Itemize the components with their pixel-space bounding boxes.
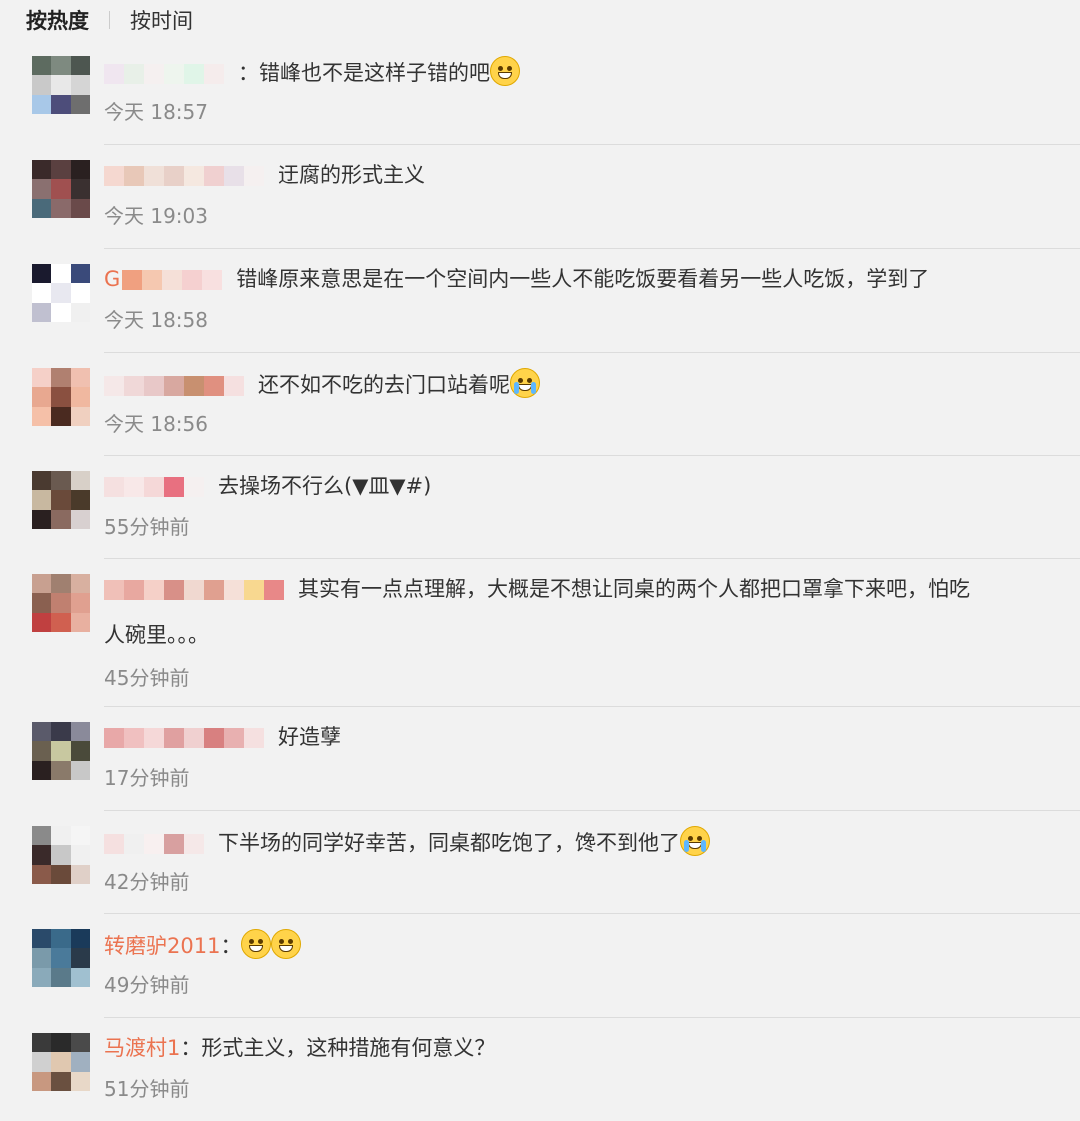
- comment-timestamp: 55分钟前: [104, 515, 190, 539]
- cry-laugh-emoji: [510, 368, 540, 398]
- comment-text: 下半场的同学好幸苦，同桌都吃饱了，馋不到他了: [218, 831, 680, 855]
- comment-divider: [104, 706, 1080, 707]
- comment-line: 下半场的同学好幸苦，同桌都吃饱了，馋不到他了: [104, 826, 1080, 858]
- grin-emoji: [271, 929, 302, 959]
- comment-divider: [104, 144, 1080, 145]
- username-blurred[interactable]: [104, 728, 264, 750]
- comment-line: 去操场不行么(▼皿▼#): [104, 471, 1080, 501]
- username-blurred[interactable]: [104, 580, 284, 602]
- avatar[interactable]: [32, 722, 90, 780]
- comment-text: 还不如不吃的去门口站着呢: [258, 373, 510, 397]
- comment-divider: [104, 455, 1080, 456]
- comment-timestamp: 今天 18:56: [104, 412, 208, 436]
- comment-timestamp: 今天 18:58: [104, 308, 208, 332]
- comment-divider: [104, 352, 1080, 353]
- username-blurred[interactable]: [122, 270, 223, 292]
- comment-line: 转磨驴2011：: [104, 929, 1080, 961]
- comment-text: 去操场不行么(▼皿▼#): [218, 474, 432, 498]
- avatar[interactable]: [32, 1033, 90, 1091]
- avatar[interactable]: [32, 56, 90, 114]
- tab-separator: [109, 11, 110, 29]
- comment-text-continued: 人碗里。。。: [104, 623, 209, 647]
- comment-timestamp: 45分钟前: [104, 666, 190, 690]
- comment-text: 其实有一点点理解，大概是不想让同桌的两个人都把口罩拿下来吧，怕吃: [298, 577, 970, 601]
- username-blurred[interactable]: [104, 477, 204, 499]
- username-blurred[interactable]: [104, 376, 244, 398]
- comment-text: 好造孽: [278, 725, 341, 749]
- username-blurred[interactable]: [104, 64, 224, 86]
- comment-timestamp: 51分钟前: [104, 1077, 190, 1101]
- comment-divider: [104, 1017, 1080, 1018]
- avatar[interactable]: [32, 368, 90, 426]
- sort-tabs: 按热度 按时间: [26, 4, 193, 36]
- comment-line: 好造孽: [104, 722, 1080, 752]
- cry-emoji: [680, 826, 710, 856]
- comment-line: G 错峰原来意思是在一个空间内一些人不能吃饭要看着另一些人吃饭，学到了: [104, 264, 1080, 294]
- comment-text: ：错峰也不是这样子错的吧: [238, 61, 490, 85]
- comment-item: 转磨驴2011： 49分钟前: [0, 913, 1080, 1017]
- avatar[interactable]: [32, 471, 90, 529]
- comment-divider: [104, 913, 1080, 914]
- comment-item: 其实有一点点理解，大概是不想让同桌的两个人都把口罩拿下来吧，怕吃人碗里。。。 45…: [0, 558, 1080, 706]
- tab-hot[interactable]: 按热度: [26, 5, 89, 35]
- username[interactable]: G: [104, 267, 120, 291]
- username-blurred[interactable]: [104, 834, 204, 856]
- avatar[interactable]: [32, 574, 90, 632]
- comment-item: 马渡村1：形式主义，这种措施有何意义？ 51分钟前: [0, 1017, 1080, 1121]
- comment-line: ：错峰也不是这样子错的吧: [104, 56, 1080, 88]
- username[interactable]: 马渡村1: [104, 1036, 180, 1060]
- comment-item: G 错峰原来意思是在一个空间内一些人不能吃饭要看着另一些人吃饭，学到了今天 18:…: [0, 248, 1080, 352]
- username-blurred[interactable]: [104, 166, 264, 188]
- sweat-smile-emoji: [490, 56, 520, 86]
- comment-line: 还不如不吃的去门口站着呢: [104, 368, 1080, 400]
- comment-timestamp: 42分钟前: [104, 870, 190, 894]
- comment-item: 去操场不行么(▼皿▼#) 55分钟前: [0, 455, 1080, 559]
- comment-line: 马渡村1：形式主义，这种措施有何意义？: [104, 1033, 1080, 1063]
- comment-text: ：: [220, 934, 242, 958]
- comment-text: 错峰原来意思是在一个空间内一些人不能吃饭要看着另一些人吃饭，学到了: [236, 267, 930, 291]
- avatar[interactable]: [32, 826, 90, 884]
- comment-line: 迂腐的形式主义: [104, 160, 1080, 190]
- comment-item: 下半场的同学好幸苦，同桌都吃饱了，馋不到他了 42分钟前: [0, 810, 1080, 914]
- comment-divider: [104, 248, 1080, 249]
- username[interactable]: 转磨驴2011: [104, 934, 220, 958]
- avatar[interactable]: [32, 929, 90, 987]
- comment-item: 迂腐的形式主义今天 19:03: [0, 144, 1080, 248]
- comment-text: ：形式主义，这种措施有何意义？: [180, 1036, 496, 1060]
- avatar[interactable]: [32, 264, 90, 322]
- avatar[interactable]: [32, 160, 90, 218]
- grin-emoji: [241, 929, 272, 959]
- tab-time[interactable]: 按时间: [130, 5, 193, 35]
- comment-timestamp: 今天 18:57: [104, 100, 208, 124]
- comment-line: 其实有一点点理解，大概是不想让同桌的两个人都把口罩拿下来吧，怕吃: [104, 574, 1080, 604]
- comment-timestamp: 17分钟前: [104, 766, 190, 790]
- comment-text: 迂腐的形式主义: [278, 163, 425, 187]
- comment-item: 还不如不吃的去门口站着呢今天 18:56: [0, 352, 1080, 456]
- comment-item: ：错峰也不是这样子错的吧今天 18:57: [0, 40, 1080, 144]
- comment-item: 好造孽 17分钟前: [0, 706, 1080, 810]
- comment-timestamp: 49分钟前: [104, 973, 190, 997]
- comment-divider: [104, 810, 1080, 811]
- comment-divider: [104, 558, 1080, 559]
- comment-timestamp: 今天 19:03: [104, 204, 208, 228]
